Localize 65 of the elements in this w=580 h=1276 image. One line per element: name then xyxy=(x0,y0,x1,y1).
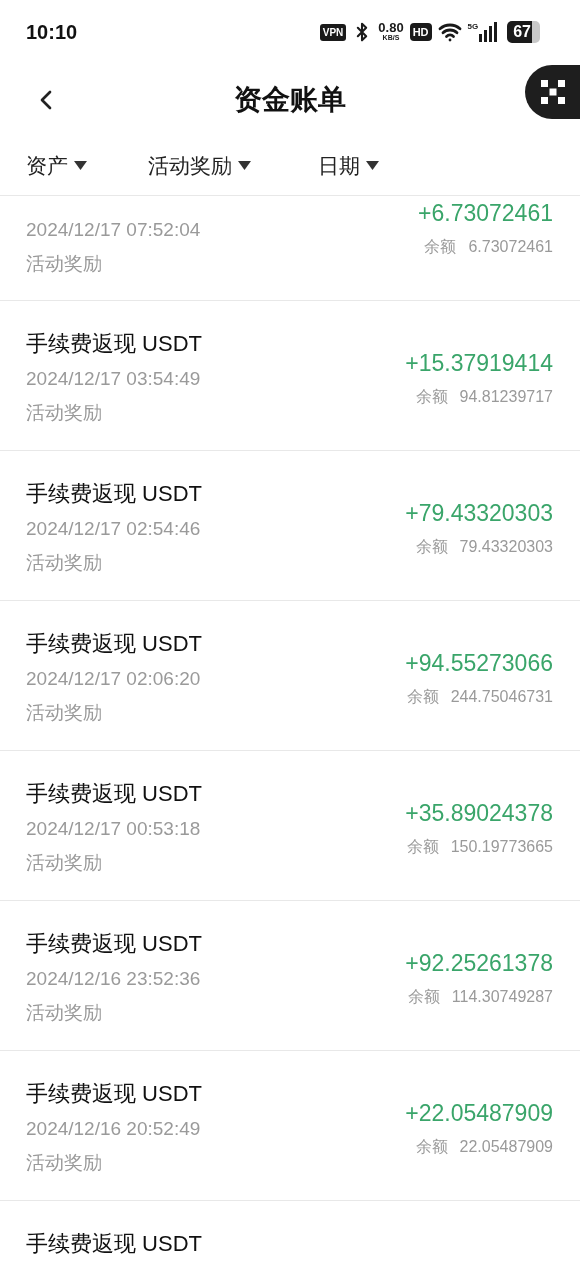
record-time: 2024/12/16 23:52:36 xyxy=(26,967,202,991)
status-time: 10:10 xyxy=(26,20,78,45)
record-title: 手续费返现 USDT xyxy=(26,931,202,957)
record-time: 2024/12/17 07:52:04 xyxy=(26,218,201,242)
balance-label: 余额 xyxy=(424,237,457,257)
balance-label: 余额 xyxy=(415,537,448,557)
record-row[interactable]: 手续费返现 USDT 2024/12/17 02:06:20 活动奖励 +94.55273066 余额 244.75046731 xyxy=(0,601,580,751)
filter-dropdown[interactable]: 活动奖励 xyxy=(148,149,251,182)
network-type: 5G xyxy=(467,22,479,31)
balance-label: 余额 xyxy=(415,1137,448,1157)
record-row[interactable]: 手续费返现 USDT 2024/12/16 23:52:36 活动奖励 +92.25261378 余额 114.30749287 xyxy=(0,901,580,1051)
record-title: 手续费返现 USDT xyxy=(26,1081,202,1107)
balance-value: 94.81239717 xyxy=(459,387,553,407)
record-amount: +22.05487909 xyxy=(405,1099,553,1127)
record-title: 手续费返现 USDT xyxy=(26,631,202,657)
record-amount: +6.73072461 xyxy=(418,199,553,227)
record-row[interactable]: 手续费返现 USDT 2024/12/17 00:53:18 活动奖励 +35.89024378 余额 150.19773665 xyxy=(0,751,580,901)
filter-dropdown[interactable]: 资产 xyxy=(26,149,87,182)
record-amount: +15.37919414 xyxy=(405,349,553,377)
hd-badge: HD xyxy=(409,23,432,41)
record-time: 2024/12/17 02:06:20 xyxy=(26,667,202,691)
record-row[interactable]: 手续费返现 USDT 2024/12/16 20:52:49 活动奖励 +22.05487909 余额 22.05487909 xyxy=(0,1051,580,1201)
record-category: 活动奖励 xyxy=(26,701,103,725)
grid-icon xyxy=(540,80,565,104)
balance-label: 余额 xyxy=(415,387,448,407)
record-row[interactable]: 手续费返现 USDT 2024/12/17 02:54:46 活动奖励 +79.43320303 余额 79.43320303 xyxy=(0,451,580,601)
battery-indicator: 67 xyxy=(507,21,540,43)
record-category: 活动奖励 xyxy=(26,551,103,575)
record-category: 活动奖励 xyxy=(26,1151,103,1175)
balance-value: 79.43320303 xyxy=(459,537,553,557)
page-title: 资金账单 xyxy=(234,83,346,117)
balance-label: 余额 xyxy=(406,837,439,857)
record-time: 2024/12/17 03:54:49 xyxy=(26,367,202,391)
record-title: 手续费返现 USDT xyxy=(26,781,202,807)
signal-icon xyxy=(479,22,498,42)
balance-label: 余额 xyxy=(406,687,439,707)
balance-value: 244.75046731 xyxy=(450,687,553,707)
record-amount: +94.55273066 xyxy=(405,649,553,677)
record-row[interactable]: 手续费返现 USDT xyxy=(0,1201,580,1276)
record-title: 手续费返现 USDT xyxy=(26,481,202,507)
vpn-badge: VPN xyxy=(319,23,347,41)
record-time: 2024/12/16 20:52:49 xyxy=(26,1117,202,1141)
balance-value: 22.05487909 xyxy=(459,1137,553,1157)
balance-value: 114.30749287 xyxy=(451,987,553,1007)
record-category: 活动奖励 xyxy=(26,851,103,875)
record-title: 手续费返现 USDT xyxy=(26,1231,202,1257)
record-category: 活动奖励 xyxy=(26,1001,103,1025)
balance-value: 150.19773665 xyxy=(450,837,553,857)
record-time: 2024/12/17 02:54:46 xyxy=(26,517,202,541)
caret-icon xyxy=(366,161,379,170)
record-category: 活动奖励 xyxy=(26,252,103,276)
record-title: 手续费返现 USDT xyxy=(26,331,202,357)
caret-icon xyxy=(238,161,251,170)
network-speed: 0.80 xyxy=(378,22,404,34)
balance-value: 6.73072461 xyxy=(468,237,553,257)
floating-menu-button[interactable] xyxy=(525,65,580,119)
record-category: 活动奖励 xyxy=(26,401,103,425)
balance-label: 余额 xyxy=(407,987,440,1007)
filter-dropdown[interactable]: 日期 xyxy=(318,149,379,182)
record-amount: +92.25261378 xyxy=(405,949,553,977)
record-time: 2024/12/17 00:53:18 xyxy=(26,817,202,841)
record-amount: +79.43320303 xyxy=(405,499,553,527)
caret-icon xyxy=(74,161,87,170)
record-row[interactable]: 手续费返现 USDT 2024/12/17 03:54:49 活动奖励 +15.37919414 余额 94.81239717 xyxy=(0,301,580,451)
record-amount: +35.89024378 xyxy=(405,799,553,827)
